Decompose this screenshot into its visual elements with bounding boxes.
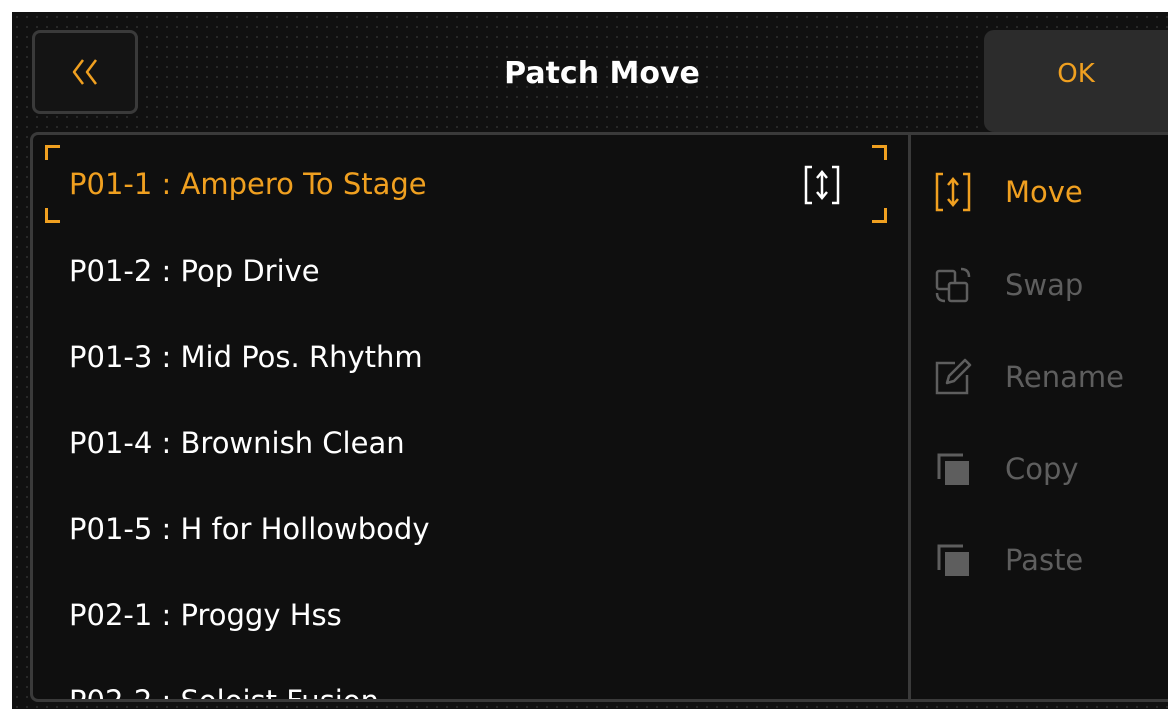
- patch-list: P01-1 : Ampero To Stage P01-2 : Pop Driv…: [30, 132, 910, 702]
- swap-icon: [935, 267, 971, 303]
- swap-label: Swap: [1005, 268, 1084, 302]
- swap-button[interactable]: Swap: [931, 260, 1161, 310]
- move-label: Move: [1005, 175, 1083, 209]
- list-item[interactable]: P02-1 : Proggy Hss: [69, 590, 342, 640]
- list-item[interactable]: P01-5 : H for Hollowbody: [69, 504, 429, 554]
- rename-button[interactable]: Rename: [931, 352, 1161, 402]
- list-item[interactable]: P01-1 : Ampero To Stage: [69, 159, 427, 209]
- back-button[interactable]: [32, 30, 138, 114]
- move-button[interactable]: Move: [931, 167, 1161, 217]
- list-item[interactable]: P01-2 : Pop Drive: [69, 246, 320, 296]
- paste-icon: [937, 544, 969, 576]
- paste-button[interactable]: Paste: [931, 535, 1161, 585]
- move-icon: [804, 165, 840, 205]
- action-panel: Move Swap Rename Copy Paste: [908, 132, 1168, 702]
- paste-label: Paste: [1005, 543, 1084, 577]
- ok-button[interactable]: OK: [984, 30, 1168, 132]
- double-chevron-left-icon: [72, 59, 97, 85]
- page-title: Patch Move: [504, 56, 700, 91]
- copy-label: Copy: [1005, 452, 1079, 486]
- list-item[interactable]: P01-3 : Mid Pos. Rhythm: [69, 332, 423, 382]
- copy-button[interactable]: Copy: [931, 444, 1161, 494]
- rename-icon: [935, 358, 972, 395]
- copy-icon: [937, 453, 969, 485]
- move-icon: [935, 172, 971, 212]
- list-item[interactable]: P01-4 : Brownish Clean: [69, 418, 405, 468]
- rename-label: Rename: [1005, 360, 1124, 394]
- patch-move-screen: Patch Move OK P01-1 : Ampero To Stage P0…: [12, 12, 1168, 709]
- list-item[interactable]: P02-2 : Soloist Fusion: [69, 676, 379, 699]
